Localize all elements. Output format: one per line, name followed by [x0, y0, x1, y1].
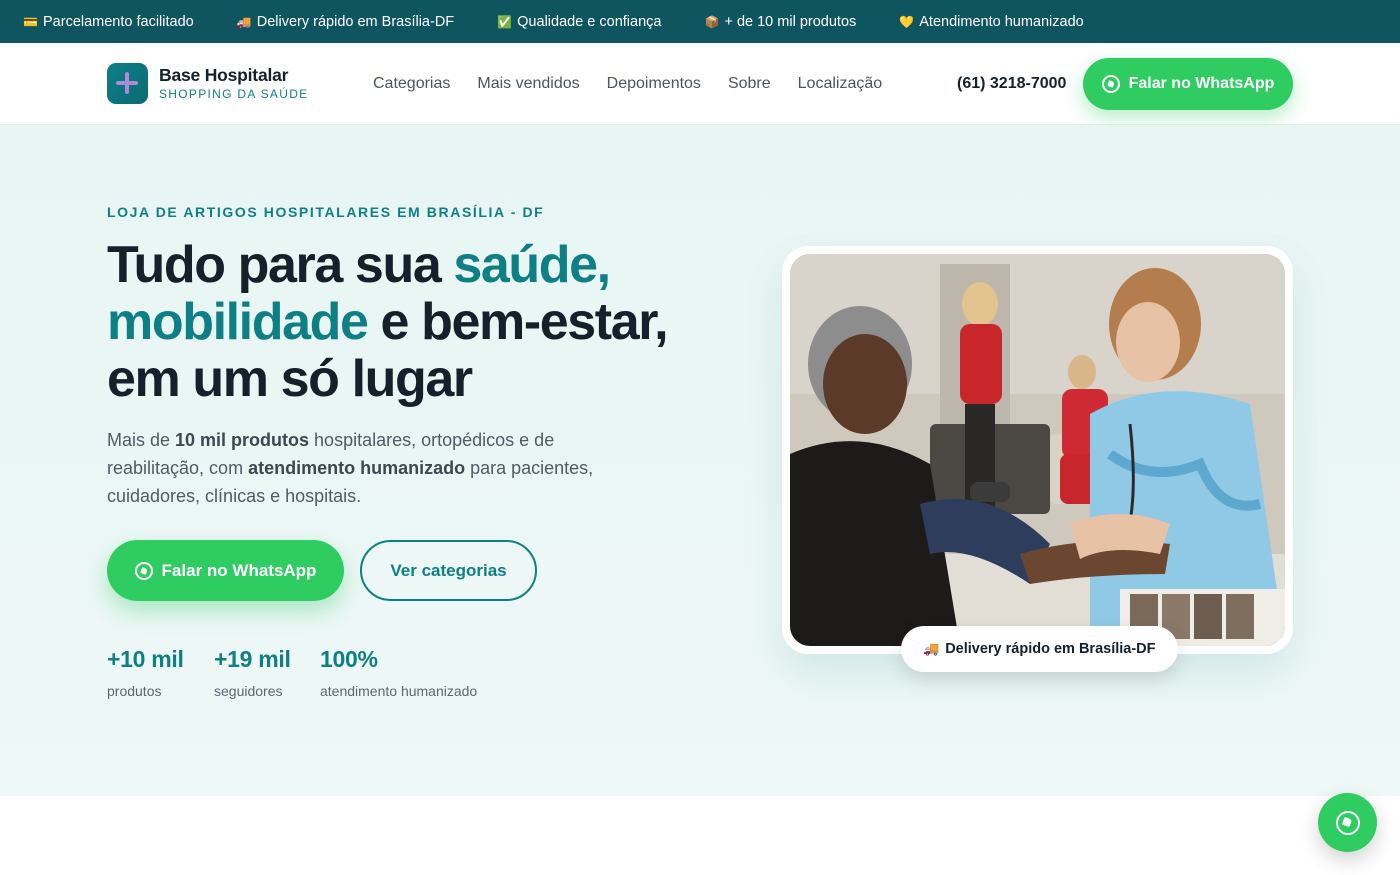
whatsapp-icon — [1335, 810, 1360, 835]
nav-link-categorias[interactable]: Categorias — [373, 75, 450, 93]
blood-pressure-photo-illustration — [790, 254, 1285, 646]
stat-label: atendimento humanizado — [320, 683, 478, 699]
logo-link[interactable]: Base Hospitalar SHOPPING DA SAÚDE — [107, 63, 308, 104]
check-icon: ✅ — [497, 14, 513, 29]
hero-whatsapp-label: Falar no WhatsApp — [161, 560, 317, 580]
topbar-label: Atendimento humanizado — [919, 13, 1084, 30]
logo-text: Base Hospitalar SHOPPING DA SAÚDE — [159, 67, 308, 100]
site-header: Base Hospitalar SHOPPING DA SAÚDE Catego… — [0, 43, 1400, 125]
headline-part: em um só lugar — [107, 350, 473, 408]
nav-link-sobre[interactable]: Sobre — [728, 75, 771, 93]
whatsapp-icon — [134, 561, 153, 580]
top-announcement-bar: 💳 Parcelamento facilitado 🚚 Delivery ráp… — [0, 0, 1400, 43]
truck-icon: 🚚 — [923, 641, 940, 656]
credit-card-icon: 💳 — [23, 14, 38, 29]
stat-label: seguidores — [214, 683, 283, 699]
hero-eyebrow: LOJA DE ARTIGOS HOSPITALARES EM BRASÍLIA… — [107, 204, 545, 220]
topbar-item-service: 💛 Atendimento humanizado — [899, 14, 1083, 30]
nav-link-mais-vendidos[interactable]: Mais vendidos — [477, 75, 579, 93]
lead-bold: 10 mil produtos — [175, 430, 310, 450]
topbar-label: + de 10 mil produtos — [724, 13, 857, 30]
nav-link-depoimentos[interactable]: Depoimentos — [607, 75, 701, 93]
stat-value: +19 mil — [214, 646, 291, 672]
floating-whatsapp-button[interactable] — [1318, 793, 1377, 852]
topbar-item-installments: 💳 Parcelamento facilitado — [23, 14, 194, 30]
hero-headline: Tudo para sua saúde, mobilidade e bem-est… — [107, 237, 727, 408]
hero-photo-card — [782, 246, 1293, 654]
stat-label: produtos — [107, 683, 162, 699]
lead-text: Mais de — [107, 430, 176, 450]
logo-cross-icon — [107, 63, 148, 104]
topbar-item-delivery: 🚚 Delivery rápido em Brasília-DF — [237, 14, 454, 30]
package-icon: 📦 — [704, 14, 720, 29]
topbar-label: Delivery rápido em Brasília-DF — [256, 13, 455, 30]
stat-followers: +19 mil seguidores — [214, 646, 291, 699]
nav-link-localizacao[interactable]: Localização — [798, 75, 883, 93]
logo-name: Base Hospitalar — [159, 65, 289, 86]
logo-tagline: SHOPPING DA SAÚDE — [159, 86, 309, 101]
phone-link[interactable]: (61) 3218-7000 — [957, 75, 1066, 93]
delivery-badge: 🚚 Delivery rápido em Brasília-DF — [901, 626, 1178, 672]
stat-service: 100% atendimento humanizado — [320, 646, 477, 699]
heart-icon: 💛 — [899, 14, 915, 29]
hero-photo — [790, 254, 1285, 646]
topbar-label: Parcelamento facilitado — [43, 13, 194, 30]
main-nav: Categorias Mais vendidos Depoimentos Sob… — [373, 75, 909, 93]
hero-categories-button[interactable]: Ver categorias — [360, 540, 537, 601]
hero-lead: Mais de 10 mil produtos hospitalares, or… — [107, 426, 627, 510]
headline-part: e bem-estar, — [367, 293, 669, 351]
hero-whatsapp-button[interactable]: Falar no WhatsApp — [107, 540, 344, 601]
delivery-badge-label: Delivery rápido em Brasília-DF — [945, 641, 1156, 657]
lead-bold: atendimento humanizado — [248, 458, 466, 478]
topbar-label: Qualidade e confiança — [517, 13, 662, 30]
whatsapp-icon — [1101, 75, 1120, 93]
header-whatsapp-button[interactable]: Falar no WhatsApp — [1083, 58, 1293, 110]
truck-icon: 🚚 — [236, 14, 252, 29]
headline-accent: mobilidade — [107, 293, 369, 351]
header-whatsapp-label: Falar no WhatsApp — [1128, 75, 1275, 92]
topbar-item-quality: ✅ Qualidade e confiança — [497, 14, 661, 30]
hero-section: LOJA DE ARTIGOS HOSPITALARES EM BRASÍLIA… — [0, 125, 1400, 796]
topbar-item-products: 📦 + de 10 mil produtos — [704, 14, 856, 30]
headline-accent: saúde, — [453, 236, 611, 294]
stat-value: 100% — [320, 646, 378, 672]
stat-products: +10 mil produtos — [107, 646, 184, 699]
headline-part: Tudo para sua — [107, 236, 454, 294]
stat-value: +10 mil — [107, 646, 184, 672]
